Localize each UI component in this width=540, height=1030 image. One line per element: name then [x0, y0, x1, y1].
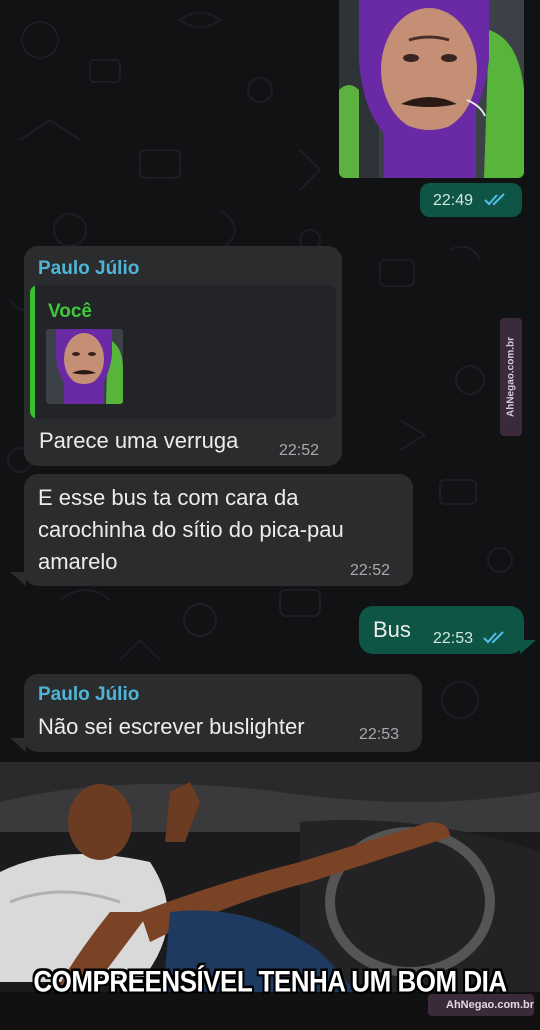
watermark-vertical: AhNegao.com.br: [500, 318, 522, 436]
sender-name: Paulo Júlio: [38, 258, 140, 279]
message-text: Parece uma verruga: [39, 428, 239, 453]
quoted-sender: Você: [48, 301, 93, 322]
image-message[interactable]: [339, 0, 524, 178]
incoming-message[interactable]: Paulo Júlio Não sei escrever buslighter …: [24, 674, 422, 752]
double-check-icon: [484, 193, 505, 206]
message-time: 22:49: [433, 192, 474, 209]
quote-bar: [30, 285, 35, 419]
outgoing-message[interactable]: Bus 22:53: [359, 606, 524, 654]
message-time: 22:52: [279, 442, 320, 459]
message-line: carochinha do sítio do pica-pau: [38, 517, 344, 542]
watermark-text: AhNegao.com.br: [505, 336, 517, 418]
double-check-icon: [483, 631, 504, 644]
screenshot: 22:49 Paulo Júlio Você Parece uma verrug…: [0, 0, 540, 1030]
message-time: 22:52: [350, 562, 391, 579]
image-timestamp: 22:49: [420, 183, 522, 217]
quoted-message[interactable]: Você: [30, 285, 336, 419]
incoming-message[interactable]: E esse bus ta com cara da carochinha do …: [24, 474, 413, 586]
incoming-message-reply[interactable]: Paulo Júlio Você Parece uma verruga 22:5…: [24, 246, 342, 466]
message-time: 22:53: [359, 726, 400, 743]
sender-name: Paulo Júlio: [38, 684, 140, 705]
message-text: Não sei escrever buslighter: [38, 714, 305, 739]
meme-caption: COMPREENSÍVEL TENHA UM BOM DIA: [33, 963, 507, 999]
message-time: 22:53: [433, 630, 474, 647]
message-text: Bus: [373, 617, 411, 642]
photo-image: [339, 0, 524, 178]
message-line: amarelo: [38, 549, 118, 574]
chat-background: 22:49 Paulo Júlio Você Parece uma verrug…: [0, 0, 540, 762]
watermark-text: AhNegao.com.br: [446, 999, 535, 1011]
quoted-thumbnail: [46, 329, 123, 404]
message-line: E esse bus ta com cara da: [38, 485, 299, 510]
